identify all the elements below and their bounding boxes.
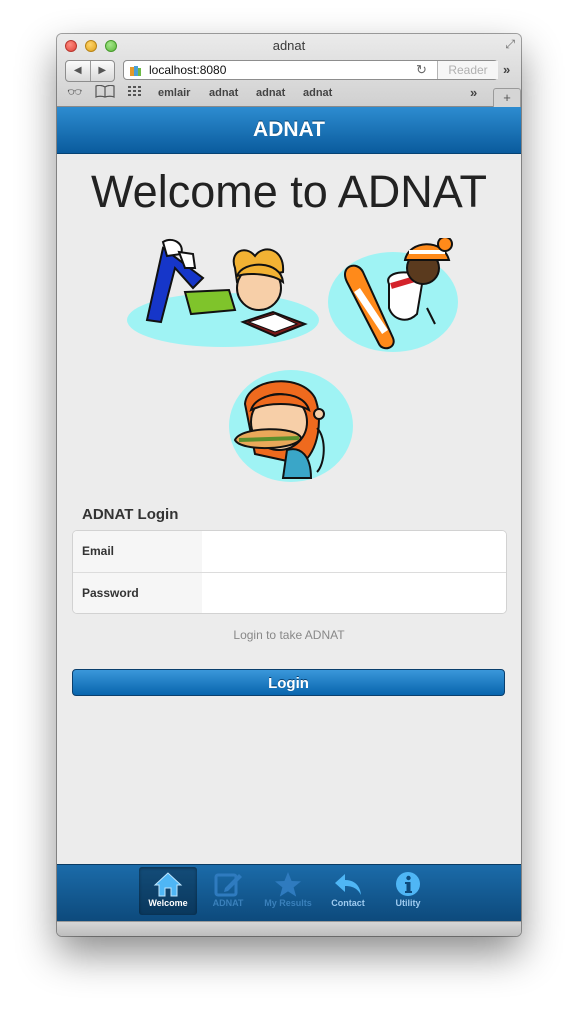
forward-button[interactable]: ▶ [91,61,115,81]
home-icon [153,872,183,897]
top-sites-grid-icon[interactable] [127,85,143,101]
email-row: Email [73,531,506,572]
browser-statusbar [57,921,521,936]
tab-label: My Results [264,898,312,908]
reading-list-icon[interactable]: 👓︎ [67,85,82,99]
bookmark-item[interactable]: adnat [209,87,238,99]
window-title: adnat [272,38,306,53]
history-nav: ◀ ▶ [65,60,115,82]
tab-my-results[interactable]: My Results [259,867,317,915]
main-content: Welcome to ADNAT ADNAT Login Email Passw… [57,154,521,864]
girl-reading-icon [127,238,319,347]
login-form: Email Password [72,530,507,614]
toolbar-overflow-icon[interactable]: » [503,62,510,77]
reload-icon[interactable]: ↻ [416,62,427,78]
reader-button[interactable]: Reader [437,61,498,79]
girl-eating-sandwich-icon [229,370,353,482]
login-heading: ADNAT Login [82,506,179,523]
password-row: Password [73,572,506,613]
snowboarder-icon [328,238,458,352]
bookmarks-book-icon[interactable] [95,84,115,101]
tab-label: Welcome [148,898,188,908]
browser-window: adnat ⤢ ◀ ▶ localhost:8080 ↻ Reader » 👓︎ [57,34,521,936]
email-label: Email [73,531,202,572]
bookmarks-bar: 👓︎ emlair adnat adnat adnat » [57,84,521,105]
back-button[interactable]: ◀ [66,61,91,81]
tab-bar: Welcome ADNAT My Results Contact Utility [57,864,521,921]
tab-adnat[interactable]: ADNAT [199,867,257,915]
bookmark-item[interactable]: adnat [256,87,285,99]
tab-label: ADNAT [212,898,244,908]
fullscreen-icon[interactable]: ⤢ [505,37,515,52]
page-title: ADNAT [253,118,325,141]
edit-icon [214,873,242,897]
tab-utility[interactable]: Utility [379,867,437,915]
email-field[interactable] [202,531,506,572]
bookmarks-overflow-icon[interactable]: » [470,85,477,100]
site-favicon-icon [130,66,141,76]
bookmark-item[interactable]: emlair [158,87,190,99]
tab-label: Utility [395,898,421,908]
login-button[interactable]: Login [72,669,505,696]
star-icon [275,872,301,897]
welcome-heading: Welcome to ADNAT [91,166,487,217]
address-bar[interactable]: localhost:8080 ↻ Reader [123,60,498,80]
reply-icon [335,874,361,895]
url-text: localhost:8080 [149,63,227,77]
login-hint: Login to take ADNAT [233,628,345,642]
app-header: ADNAT [57,107,521,154]
info-icon [396,872,420,896]
password-label: Password [73,573,202,613]
bookmark-item[interactable]: adnat [303,87,332,99]
tab-contact[interactable]: Contact [319,867,377,915]
tab-label: Contact [331,898,365,908]
new-tab-button[interactable]: + [493,88,521,107]
password-field[interactable] [202,573,506,613]
browser-titlebar: adnat ⤢ ◀ ▶ localhost:8080 ↻ Reader » 👓︎ [57,34,521,107]
tab-welcome[interactable]: Welcome [139,867,197,915]
